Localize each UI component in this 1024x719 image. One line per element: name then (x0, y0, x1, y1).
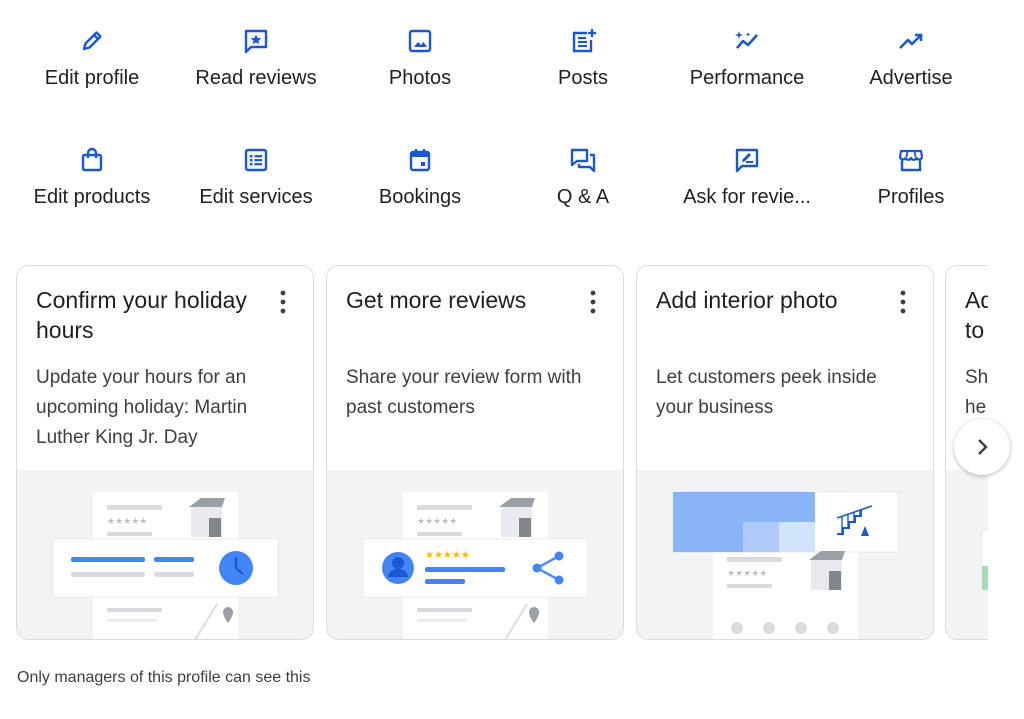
card-description: Sh he (965, 367, 988, 418)
action-label: Performance (689, 67, 805, 89)
sparkle-trend-icon (735, 31, 758, 49)
svg-text:★★★★★: ★★★★★ (727, 569, 767, 579)
edit-profile-action[interactable]: Edit profile (10, 27, 174, 90)
post-add-icon (572, 29, 596, 53)
list-icon (244, 148, 268, 172)
card-illustration: ★★★★★ ★★★★★ (327, 470, 623, 639)
edit-products-action[interactable]: Edit products (10, 146, 174, 209)
action-label: Q & A (556, 186, 610, 208)
trending-up-icon (899, 33, 923, 49)
svg-text:★★★★★: ★★★★★ (425, 550, 470, 561)
action-label: Edit services (199, 186, 313, 208)
card-illustration: ★★★★★ (17, 470, 313, 639)
card-illustration: ★★★★★ (637, 470, 933, 639)
card-title: Add interior photo (656, 287, 838, 313)
action-label: Profiles (877, 186, 945, 208)
get-more-reviews-card[interactable]: Get more reviews Share your review form … (326, 265, 624, 640)
calendar-icon (409, 149, 431, 172)
qa-action[interactable]: Q & A (501, 146, 665, 209)
interior-photo-illustration: ★★★★★ (672, 491, 899, 639)
card-title: Ad to (965, 287, 988, 343)
card-illustration (946, 470, 988, 639)
action-label: Read reviews (195, 67, 317, 89)
svg-text:★★★★★: ★★★★★ (417, 517, 457, 527)
suggestion-cards-carousel: Confirm your holiday hours Update your h… (16, 265, 988, 641)
pencil-icon (82, 31, 102, 51)
card-title: Confirm your holiday hours (36, 287, 247, 343)
shopping-bag-icon (81, 147, 103, 172)
managers-visibility-note: Only managers of this profile can see th… (17, 669, 311, 686)
posts-action[interactable]: Posts (501, 27, 665, 90)
card-description: Share your review form with past custome… (346, 367, 582, 418)
action-label: Advertise (869, 67, 953, 89)
bookings-action[interactable]: Bookings (338, 146, 502, 209)
chevron-right-icon (978, 439, 988, 455)
action-label: Edit profile (44, 67, 140, 89)
ask-for-reviews-action[interactable]: Ask for revie... (665, 146, 829, 209)
advertise-action[interactable]: Advertise (829, 27, 993, 90)
profiles-action[interactable]: Profiles (829, 146, 993, 209)
card-title: Get more reviews (346, 287, 527, 313)
card-description: Update your hours for an upcoming holida… (36, 367, 248, 448)
more-options-icon[interactable] (271, 288, 295, 316)
add-interior-photo-card[interactable]: Add interior photo Let customers peek in… (636, 265, 934, 640)
star-review-icon (244, 29, 268, 54)
performance-action[interactable]: Performance (665, 27, 829, 90)
rate-review-icon (735, 148, 759, 173)
read-reviews-action[interactable]: Read reviews (174, 27, 338, 90)
action-label: Edit products (33, 186, 151, 208)
get-reviews-illustration: ★★★★★ ★★★★★ (362, 492, 589, 639)
holiday-hours-card[interactable]: Confirm your holiday hours Update your h… (16, 265, 314, 640)
edit-services-action[interactable]: Edit services (174, 146, 338, 209)
action-label: Photos (388, 67, 452, 89)
partial-card-illustration (981, 529, 988, 591)
action-label: Bookings (378, 186, 462, 208)
holiday-hours-illustration: ★★★★★ (52, 492, 279, 639)
photo-icon (408, 29, 432, 53)
action-label: Ask for revie... (683, 186, 811, 208)
photos-action[interactable]: Photos (338, 27, 502, 90)
card-description: Let customers peek inside your business (656, 367, 877, 418)
storefront-icon (898, 149, 924, 172)
action-label: Posts (557, 67, 609, 89)
more-options-icon[interactable] (581, 288, 605, 316)
carousel-next-button[interactable] (954, 419, 1010, 475)
forum-icon (570, 148, 596, 173)
more-options-icon[interactable] (891, 288, 915, 316)
svg-text:★★★★★: ★★★★★ (107, 517, 147, 527)
